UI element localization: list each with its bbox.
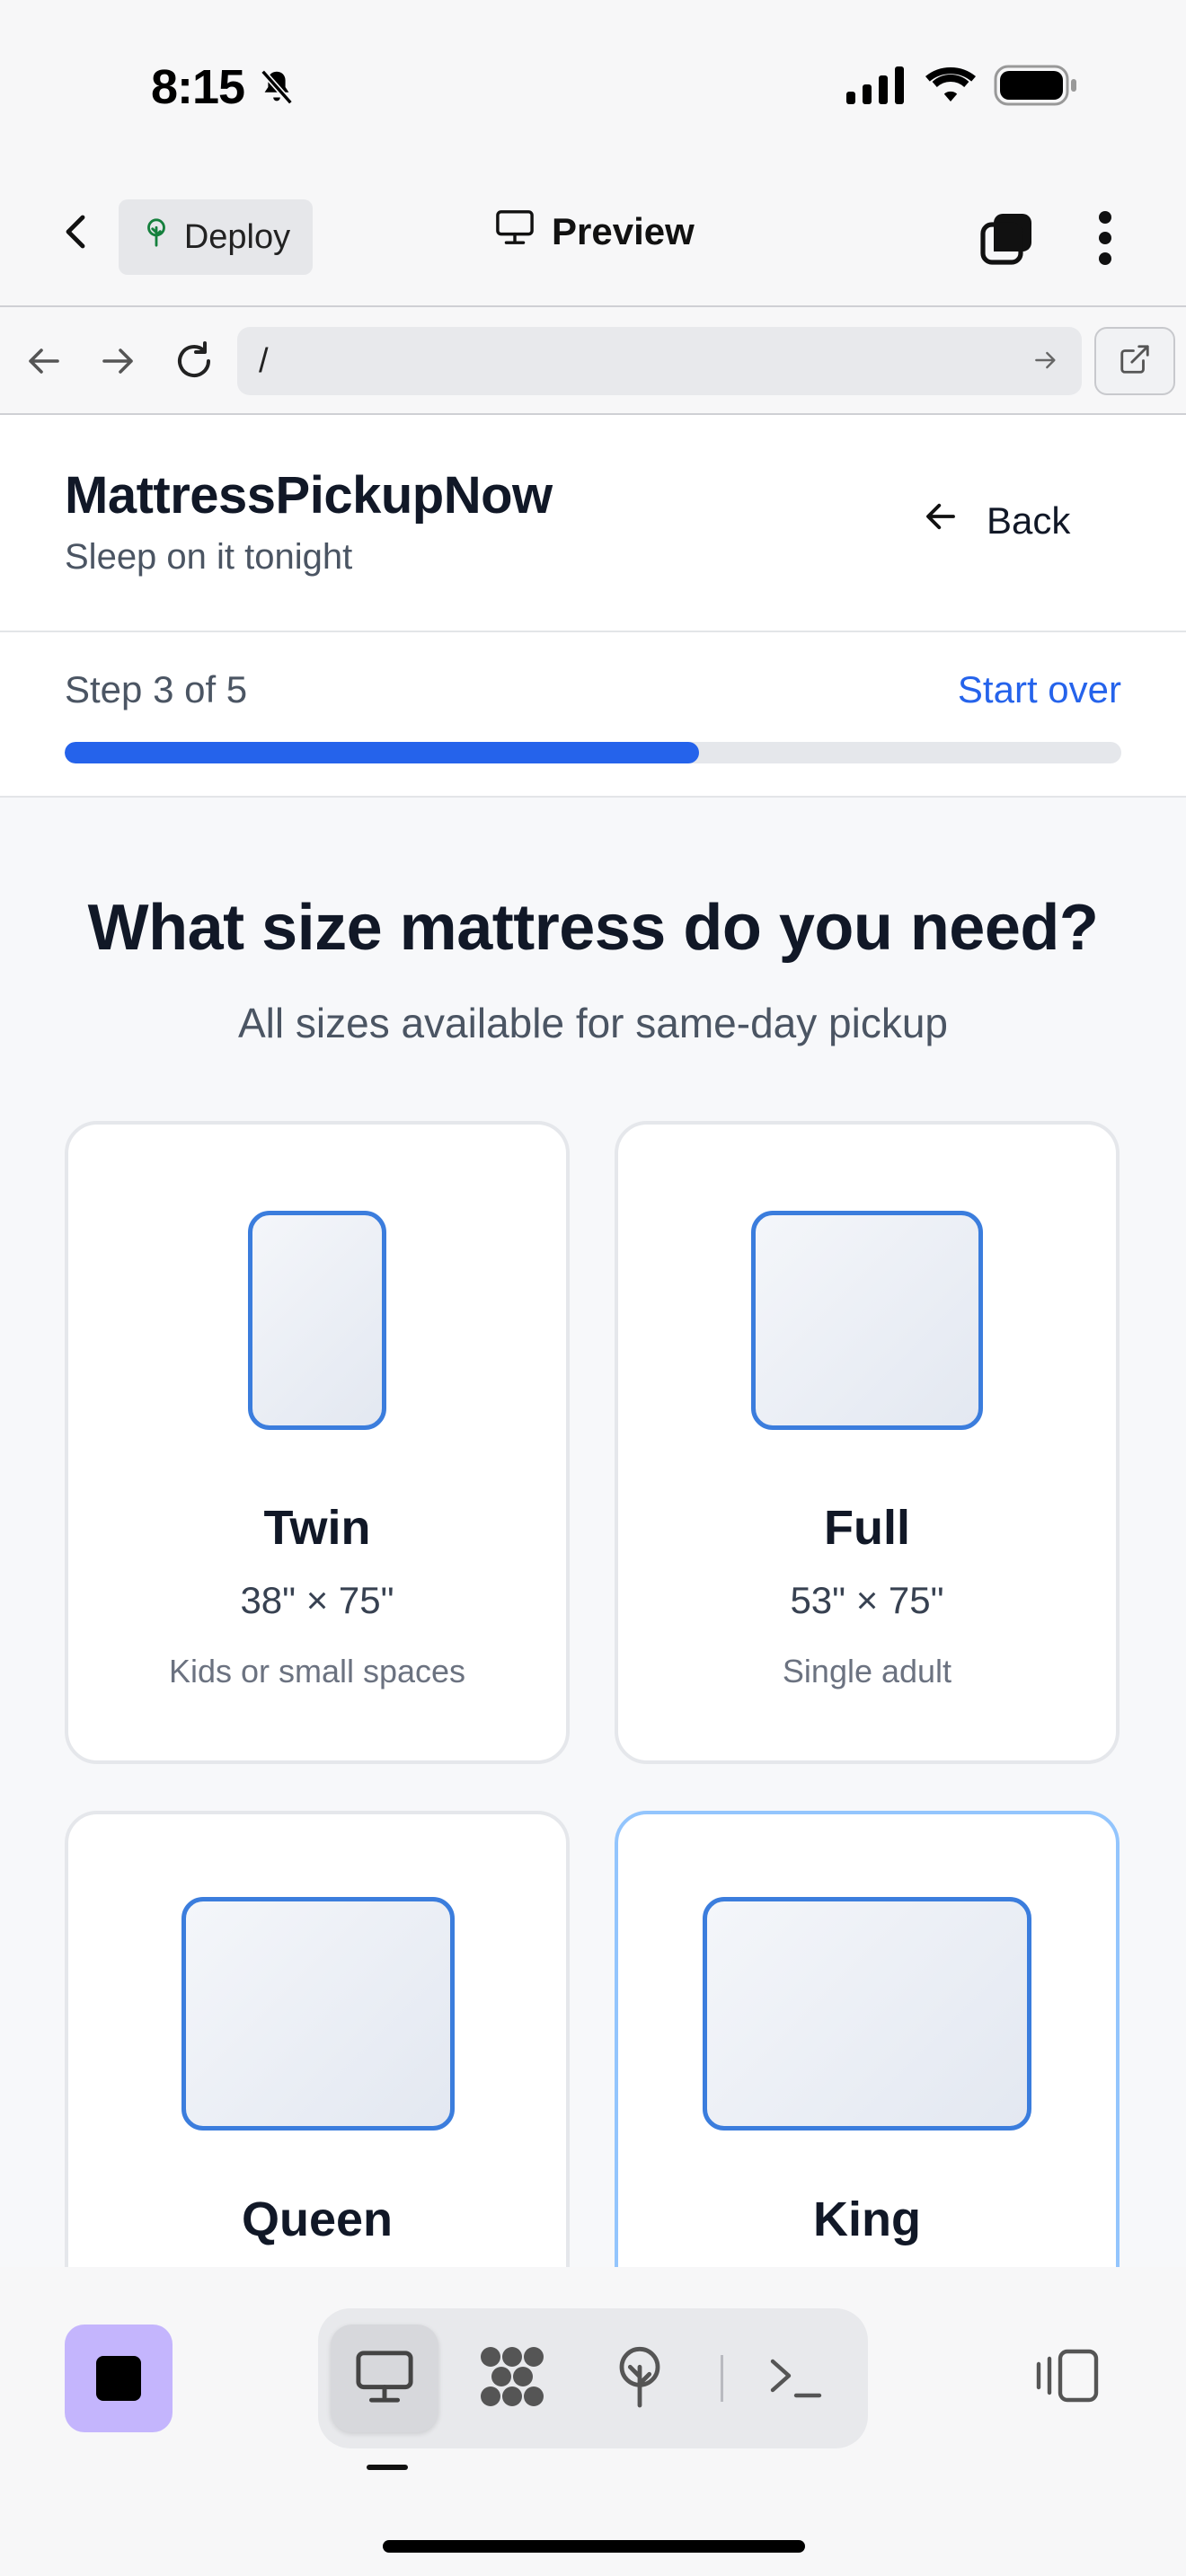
stop-square-icon	[96, 2356, 141, 2401]
size-card-twin[interactable]: Twin 38" × 75" Kids or small spaces	[65, 1121, 570, 1764]
question-title: What size mattress do you need?	[87, 892, 1099, 964]
queen-mattress-icon	[181, 1897, 455, 2130]
wifi-icon	[924, 66, 978, 110]
terminal-icon	[767, 2352, 825, 2405]
size-name: King	[813, 2192, 921, 2246]
monitor-icon	[494, 208, 535, 255]
battery-icon	[994, 65, 1080, 110]
go-arrow-icon[interactable]	[1031, 345, 1060, 384]
start-over-link[interactable]: Start over	[958, 668, 1121, 711]
browser-bar: /	[0, 305, 1186, 415]
home-indicator	[383, 2540, 805, 2553]
size-card-king[interactable]: King	[615, 1811, 1120, 2267]
toolbar-divider	[721, 2355, 723, 2402]
brand-title: MattressPickupNow	[65, 466, 553, 525]
size-name: Queen	[241, 2192, 394, 2246]
chevron-left-icon[interactable]	[56, 210, 99, 253]
active-tab-indicator	[367, 2465, 408, 2470]
reload-icon[interactable]	[173, 340, 216, 383]
nodes-icon	[478, 2344, 546, 2413]
tabs-switcher-icon[interactable]	[979, 210, 1035, 266]
size-description: Single adult	[782, 1653, 952, 1689]
workflow-view-button[interactable]	[458, 2325, 566, 2432]
arrow-right-icon[interactable]	[97, 340, 140, 383]
url-field[interactable]: /	[237, 327, 1082, 395]
preview-view-button[interactable]	[331, 2325, 438, 2432]
terminal-view-button[interactable]	[742, 2325, 850, 2432]
url-text: /	[259, 341, 269, 380]
cellular-signal-icon	[846, 66, 907, 109]
back-button[interactable]: Back	[922, 498, 1070, 544]
arrow-left-icon	[922, 498, 960, 544]
progress-track	[65, 742, 1121, 763]
app-icon-button[interactable]	[65, 2325, 173, 2432]
split-view-icon[interactable]	[1035, 2348, 1100, 2408]
size-description: Kids or small spaces	[168, 1653, 466, 1689]
bottom-toolbar	[0, 2267, 1186, 2576]
open-external-button[interactable]	[1094, 327, 1175, 395]
deploy-view-button[interactable]	[586, 2325, 694, 2432]
external-link-icon	[1118, 342, 1152, 381]
status-time: 8:15	[151, 60, 245, 114]
preview-tab[interactable]: Preview	[494, 208, 695, 255]
deploy-label: Deploy	[183, 217, 291, 256]
twin-mattress-icon	[248, 1211, 386, 1430]
status-bar: 8:15	[0, 0, 1186, 162]
size-dimensions: 53" × 75"	[790, 1579, 944, 1621]
size-card-full[interactable]: Full 53" × 75" Single adult	[615, 1121, 1120, 1764]
brand-tagline: Sleep on it tonight	[65, 537, 353, 577]
app-top-bar: Deploy Preview	[0, 162, 1186, 305]
deploy-tree-icon	[141, 217, 172, 257]
progress-fill	[65, 742, 699, 763]
view-switcher	[318, 2308, 868, 2448]
deploy-tree-icon	[611, 2345, 668, 2413]
more-vertical-icon[interactable]	[1087, 207, 1123, 269]
size-name: Full	[824, 1501, 910, 1555]
site-header: MattressPickupNow Sleep on it tonight Ba…	[0, 415, 1186, 632]
main-content: What size mattress do you need? All size…	[0, 798, 1186, 2267]
size-name: Twin	[263, 1501, 371, 1555]
step-indicator: Step 3 of 5	[65, 668, 248, 710]
preview-label: Preview	[552, 210, 695, 252]
size-dimensions: 38" × 75"	[240, 1579, 394, 1621]
size-card-queen[interactable]: Queen	[65, 1811, 570, 2267]
progress-section: Step 3 of 5 Start over	[0, 632, 1186, 798]
question-subtitle: All sizes available for same-day pickup	[237, 1000, 949, 1046]
full-mattress-icon	[751, 1211, 983, 1430]
back-label: Back	[987, 499, 1071, 542]
bell-muted-icon	[255, 66, 298, 112]
monitor-icon	[353, 2348, 416, 2410]
deploy-button[interactable]: Deploy	[119, 199, 313, 275]
arrow-left-icon[interactable]	[22, 340, 65, 383]
king-mattress-icon	[703, 1897, 1031, 2130]
